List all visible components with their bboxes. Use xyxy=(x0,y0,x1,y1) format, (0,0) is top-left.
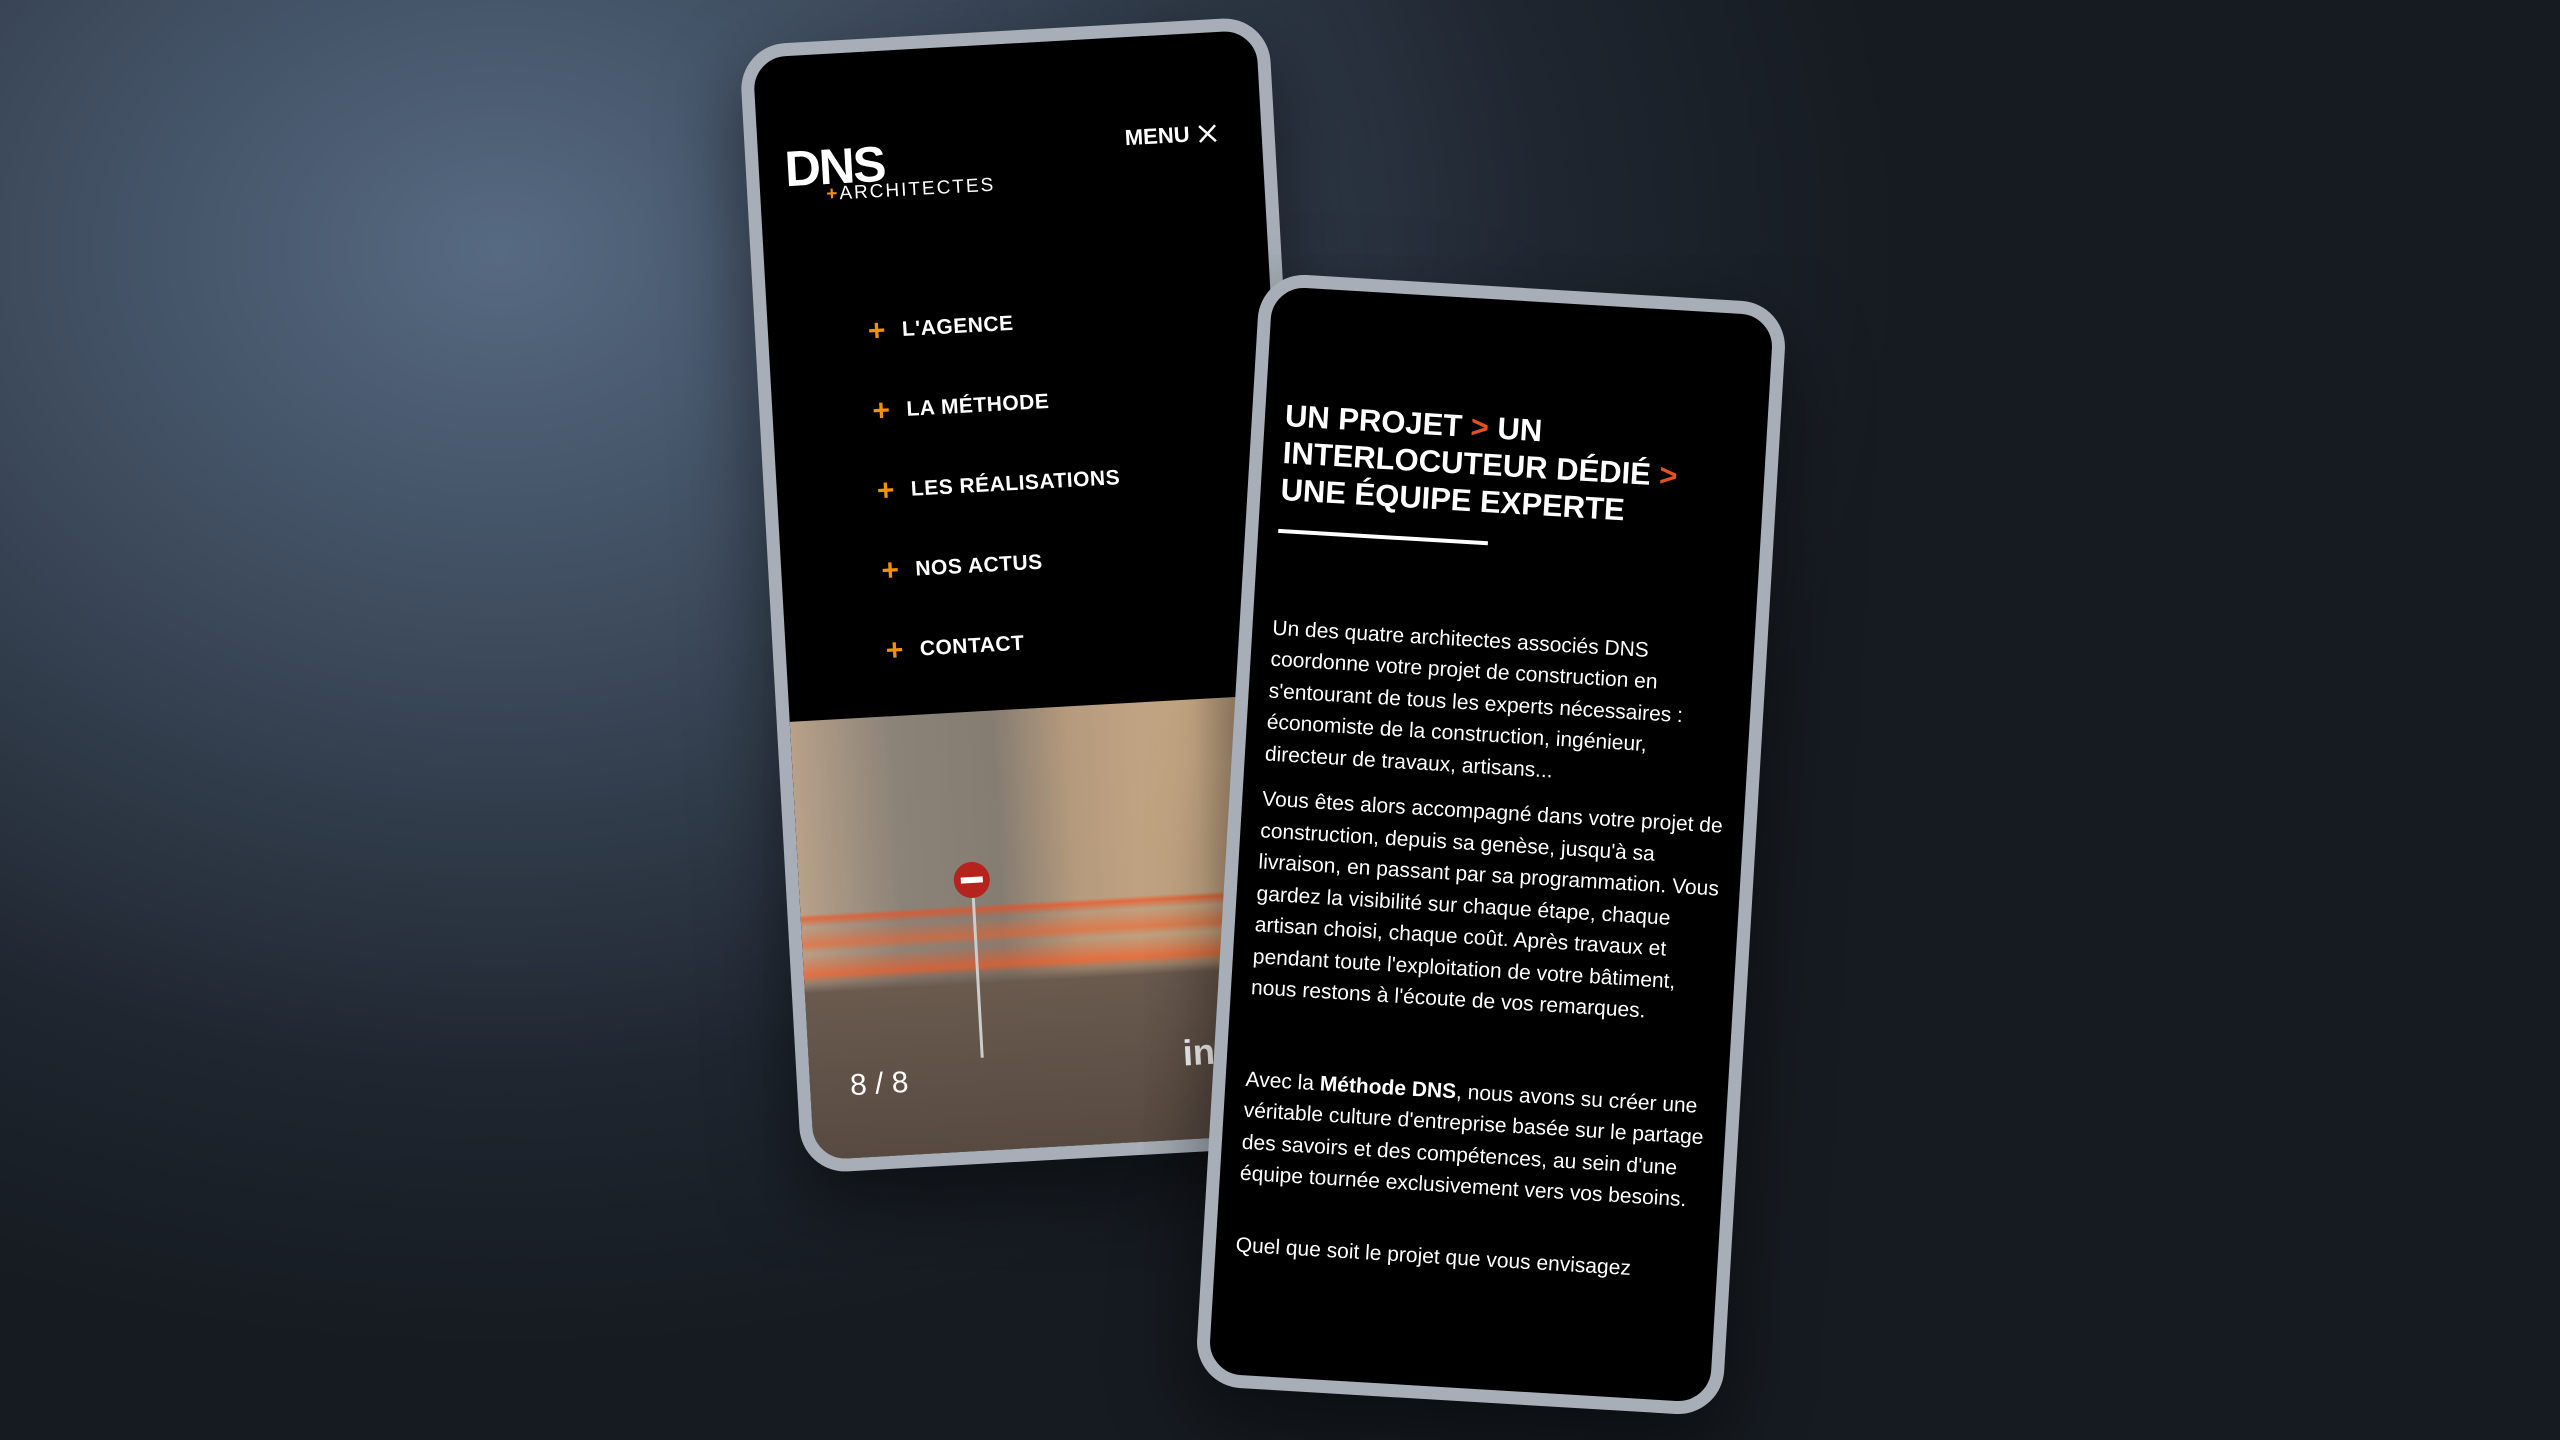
plus-icon: + xyxy=(880,553,901,588)
close-icon xyxy=(1198,124,1217,143)
plus-icon: + xyxy=(867,313,887,348)
paragraph: Un des quatre architectes associés DNS c… xyxy=(1264,616,1684,783)
plus-icon: + xyxy=(884,633,905,668)
slide-counter: 8 / 8 xyxy=(849,1065,910,1103)
content-phone-mockup: UN PROJET > UN INTERLOCUTEUR DÉDIÉ > UNE… xyxy=(1194,272,1788,1417)
linkedin-icon[interactable]: in xyxy=(1182,1031,1216,1075)
plus-icon: + xyxy=(871,393,892,428)
menu-item-actus[interactable]: + NOS ACTUS xyxy=(879,518,1127,611)
section-heading: UN PROJET > UN INTERLOCUTEUR DÉDIÉ > UNE… xyxy=(1279,398,1679,528)
paragraph: Quel que soit le projet que vous envisag… xyxy=(1235,1233,1632,1280)
plus-icon: + xyxy=(876,473,896,508)
paragraph: Vous êtes alors accompagné dans votre pr… xyxy=(1250,787,1724,1023)
dns-logo[interactable]: DNS +ARCHITECTES xyxy=(783,136,996,205)
menu-item-agence[interactable]: + L'AGENCE xyxy=(866,278,1114,371)
paragraph: Avec la Méthode DNS, nous avons su créer… xyxy=(1239,1067,1705,1212)
menu-close-button[interactable]: MENU xyxy=(1124,120,1218,151)
menu-item-contact[interactable]: + CONTACT xyxy=(884,598,1132,691)
menu-item-realisations[interactable]: + LES RÉALISATIONS xyxy=(875,438,1123,531)
menu-item-methode[interactable]: + LA MÉTHODE xyxy=(870,358,1118,451)
main-menu: + L'AGENCE + LA MÉTHODE + LES RÉALISATIONS … xyxy=(866,278,1131,691)
heading-underline xyxy=(1278,528,1489,545)
no-entry-sign xyxy=(952,860,991,899)
